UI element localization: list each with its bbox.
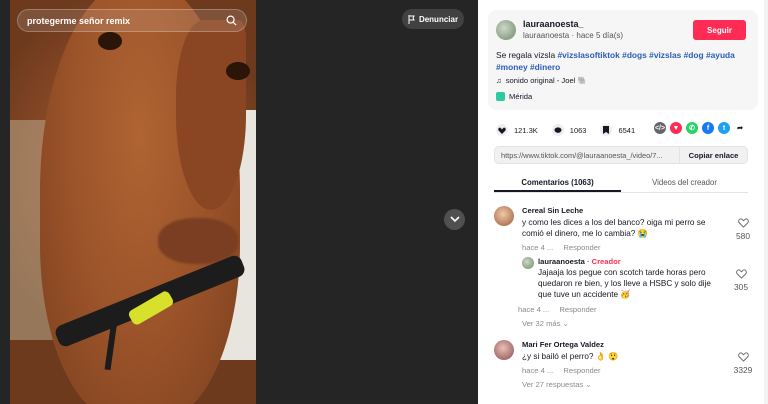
comment-stat[interactable]: 1063 <box>551 124 587 136</box>
comment-meta: hace 4 ... Responder <box>522 366 601 375</box>
embed-icon[interactable]: </> <box>654 122 666 134</box>
next-video-button[interactable] <box>444 209 465 230</box>
video-frame[interactable] <box>10 0 256 404</box>
engagement-stats: 121.3K 1063 6541 <box>496 122 649 138</box>
bookmark-icon <box>600 124 613 136</box>
panel-tabs: Comentarios (1063) Videos del creador <box>494 175 748 193</box>
comment-time: hace 4 ... <box>518 305 550 314</box>
hashtag-link[interactable]: #ayuda <box>706 50 735 60</box>
share-buttons: </> ▼ ✆ f t ➦ <box>654 122 746 134</box>
search-icon[interactable] <box>226 15 237 26</box>
dog-ear <box>176 20 246 210</box>
chevron-down-icon <box>449 216 460 223</box>
comment-item: Mari Fer Ortega Valdez ¿y si bailó el pe… <box>494 340 764 400</box>
hashtag-link[interactable]: #vizslasoftiktok <box>557 50 619 60</box>
details-panel: lauraanoesta_ lauraanoesta · hace 5 día(… <box>478 0 768 404</box>
hashtag-link[interactable]: #vizslas <box>649 50 681 60</box>
comment-time: hace 4 ... <box>522 366 554 375</box>
scrollbar[interactable] <box>764 0 768 404</box>
repost-icon[interactable]: ▼ <box>670 122 682 134</box>
tab-comments[interactable]: Comentarios (1063) <box>494 175 621 192</box>
sound-link[interactable]: ♫ sonido original - Joel 🐘 <box>496 76 587 85</box>
report-label: Denunciar <box>418 14 459 24</box>
author-avatar[interactable] <box>496 20 516 40</box>
description-text: Se regala vizsla <box>496 50 558 60</box>
heart-icon <box>735 269 747 279</box>
reply-author[interactable]: lauraanoesta · Creador <box>538 257 621 266</box>
video-description: Se regala vizsla #vizslasoftiktok #dogs … <box>496 49 751 73</box>
whatsapp-icon[interactable]: ✆ <box>686 122 698 134</box>
comment-meta: hace 4 ... Responder <box>518 305 597 314</box>
copy-link-button[interactable]: Copiar enlace <box>679 147 747 163</box>
creator-badge: · Creador <box>586 257 621 266</box>
comment-icon <box>551 124 564 136</box>
comment-text: Jajaaja los pegue con scotch tarde horas… <box>538 268 711 299</box>
commenter-avatar[interactable] <box>494 206 514 226</box>
music-note-icon: ♫ <box>496 76 502 85</box>
flag-icon <box>408 14 415 24</box>
sound-name: sonido original - Joel 🐘 <box>505 76 587 85</box>
facebook-icon[interactable]: f <box>702 122 714 134</box>
comment-like-count: 580 <box>736 231 750 241</box>
save-count: 6541 <box>618 125 636 135</box>
creator-avatar[interactable] <box>522 257 534 269</box>
comment-like[interactable]: 305 <box>724 269 758 292</box>
tab-creator-videos[interactable]: Videos del creador <box>621 175 748 192</box>
comment-like-count: 3329 <box>733 365 753 375</box>
hashtag-link[interactable]: #dogs <box>622 50 647 60</box>
comment-meta: hace 4 ... Responder <box>522 243 601 252</box>
author-username[interactable]: lauraanoesta_ <box>523 19 584 29</box>
comment-count: 1063 <box>569 125 587 135</box>
author-subline: lauraanoesta · hace 5 día(s) <box>523 31 624 40</box>
view-more-replies[interactable]: Ver 32 más ⌄ <box>522 319 569 328</box>
reply-button[interactable]: Responder <box>563 243 600 252</box>
reply-button[interactable]: Responder <box>563 366 600 375</box>
commenter-name[interactable]: Mari Fer Ortega Valdez <box>522 340 604 349</box>
comment-like-count: 305 <box>734 282 748 292</box>
hashtag-link[interactable]: #dog <box>684 50 704 60</box>
search-query: protegerme señor remix <box>27 15 131 26</box>
comment-reply: lauraanoesta · Creador Jajaaja los pegue… <box>518 257 764 315</box>
heart-icon <box>496 124 508 136</box>
save-stat[interactable]: 6541 <box>600 124 635 136</box>
location-icon <box>496 92 505 101</box>
twitter-icon[interactable]: t <box>718 122 730 134</box>
location-link[interactable]: Mérida <box>496 92 532 101</box>
commenter-name[interactable]: Cereal Sin Leche <box>522 206 583 215</box>
like-count: 121.3K <box>514 125 538 135</box>
heart-icon <box>737 352 749 362</box>
comment-text: ¿y si bailó el perro? 👌 😲 <box>522 352 619 361</box>
report-button[interactable]: Denunciar <box>402 9 464 29</box>
search-input[interactable]: protegerme señor remix <box>17 9 247 32</box>
view-more-replies[interactable]: Ver 27 respuestas ⌄ <box>522 380 592 389</box>
reply-button[interactable]: Responder <box>559 305 596 314</box>
hashtag-link[interactable]: #money <box>496 62 528 72</box>
video-link-box: https://www.tiktok.com/@lauraanoesta_/vi… <box>494 146 748 164</box>
view-more-label: Ver 27 respuestas <box>522 380 584 389</box>
commenter-avatar[interactable] <box>494 340 514 360</box>
chevron-down-icon: ⌄ <box>562 319 569 328</box>
comment-like[interactable]: 580 <box>726 218 760 241</box>
chevron-down-icon: ⌄ <box>585 380 592 389</box>
comment-item: Cereal Sin Leche y como les dices a los … <box>494 206 764 256</box>
comment-time: hace 4 ... <box>522 243 554 252</box>
location-name: Mérida <box>509 92 533 101</box>
dog-eye <box>226 62 250 80</box>
hashtag-link[interactable]: #dinero <box>530 62 560 72</box>
heart-icon <box>737 218 749 228</box>
video-url[interactable]: https://www.tiktok.com/@lauraanoesta_/vi… <box>501 151 679 160</box>
follow-button[interactable]: Seguir <box>693 20 746 40</box>
view-more-label: Ver 32 más <box>522 319 561 328</box>
reply-author-name: lauraanoesta <box>538 257 585 266</box>
like-stat[interactable]: 121.3K <box>496 124 538 136</box>
dog-eye <box>98 32 122 50</box>
comment-text: y como les dices a los del banco? oiga m… <box>522 218 706 238</box>
video-info-card: lauraanoesta_ lauraanoesta · hace 5 día(… <box>488 10 758 110</box>
share-arrow-icon[interactable]: ➦ <box>734 122 746 134</box>
video-player[interactable]: protegerme señor remix Denunciar <box>0 0 478 404</box>
comment-like[interactable]: 3329 <box>726 352 760 375</box>
